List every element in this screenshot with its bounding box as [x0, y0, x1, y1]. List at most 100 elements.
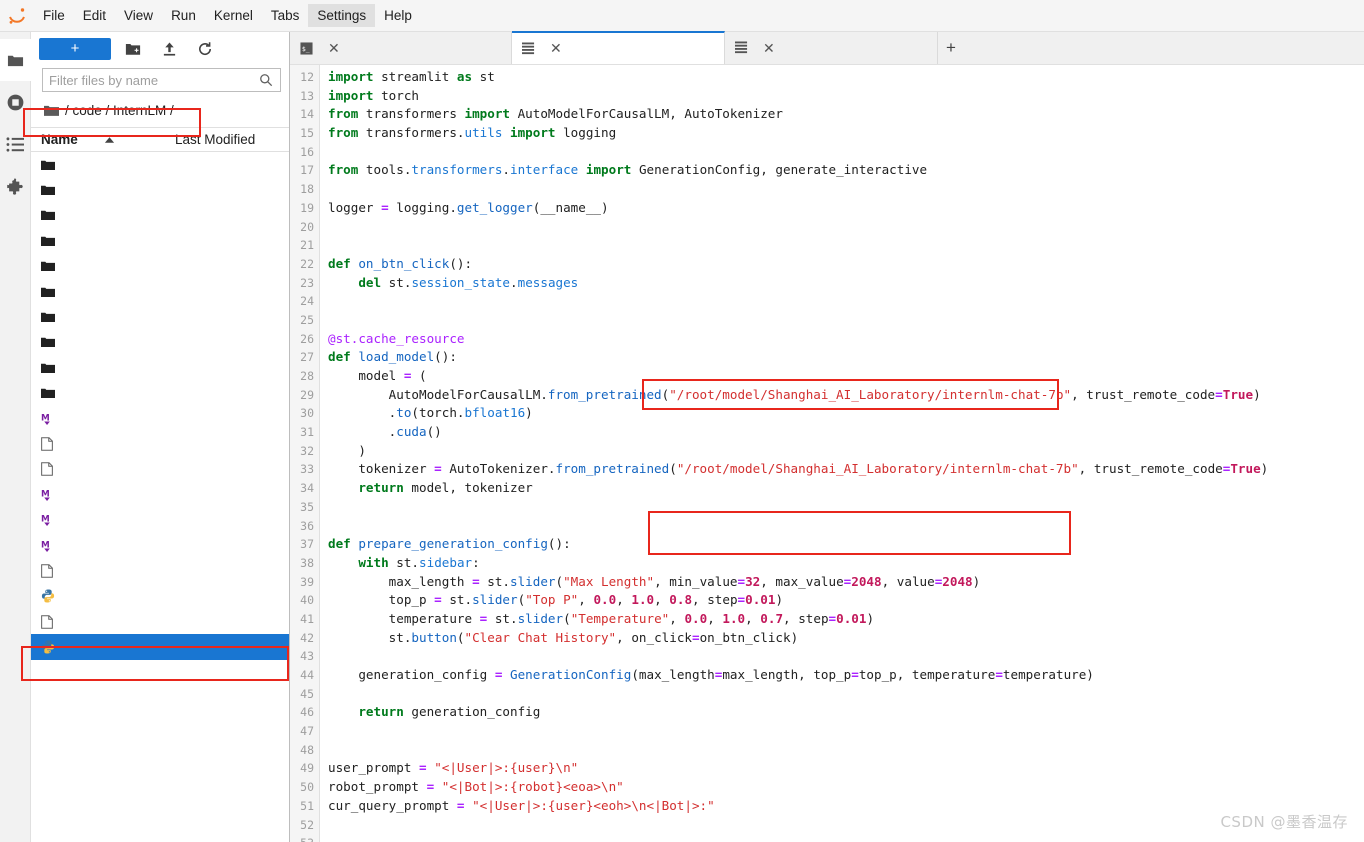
- line-number: 47: [300, 724, 314, 739]
- file-list-item[interactable]: [31, 609, 289, 634]
- line-number: 43: [300, 649, 314, 664]
- file-list-item[interactable]: M: [31, 533, 289, 558]
- file-list-item[interactable]: [31, 558, 289, 583]
- file-list-item[interactable]: [31, 279, 289, 304]
- menu-tabs[interactable]: Tabs: [262, 4, 309, 28]
- file-list-item[interactable]: [31, 457, 289, 482]
- code-line: tokenizer = AutoTokenizer.from_pretraine…: [328, 461, 1269, 477]
- file-list-header: Name Last Modified: [31, 127, 289, 152]
- folder-icon: [41, 209, 63, 221]
- file-icon: [41, 614, 63, 629]
- file-list-item[interactable]: M: [31, 406, 289, 431]
- menu-help[interactable]: Help: [375, 4, 421, 28]
- code-line: generation_config = GenerationConfig(max…: [328, 667, 1094, 682]
- terminal-icon: $_: [300, 41, 313, 55]
- file-list-item[interactable]: [31, 228, 289, 253]
- menu-settings[interactable]: Settings: [308, 3, 376, 28]
- jupyter-logo-icon: [0, 0, 34, 32]
- extensions-puzzle-icon[interactable]: [0, 165, 31, 207]
- file-list-item[interactable]: [31, 431, 289, 456]
- line-number: 32: [300, 443, 314, 458]
- search-input[interactable]: [43, 72, 259, 88]
- upload-icon[interactable]: [155, 37, 183, 61]
- new-launcher-button[interactable]: +: [39, 37, 111, 60]
- file-list-item[interactable]: [31, 355, 289, 380]
- file-icon: [41, 564, 63, 578]
- menu-view[interactable]: View: [115, 4, 162, 28]
- menu-run[interactable]: Run: [162, 4, 205, 28]
- code-content[interactable]: import streamlit as st import torch from t…: [320, 65, 1364, 842]
- code-line: return model, tokenizer: [358, 480, 533, 496]
- code-line: with st.sidebar:: [358, 554, 480, 570]
- menu-file[interactable]: File: [34, 4, 74, 28]
- python-icon: [41, 640, 63, 654]
- line-number: 52: [300, 817, 314, 832]
- line-number: 31: [300, 425, 314, 440]
- editor-area: $_ ✕ ✕ ✕ + 12 13 14 15 16 17 18 19 20 21 22 23 24 25 26 27 2…: [290, 31, 1364, 842]
- file-list: MMMM: [31, 152, 289, 842]
- code-line: .to(torch.bfloat16): [328, 405, 533, 421]
- editor-tab[interactable]: ✕: [512, 31, 725, 64]
- code-line: user_prompt = "<|User|>:{user}\n": [328, 760, 579, 776]
- code-line: del st.session_state.messages: [358, 274, 579, 290]
- file-browser-icon[interactable]: [0, 39, 31, 81]
- code-line: robot_prompt = "<|Bot|>:{robot}<eoa>\n": [328, 779, 624, 795]
- file-list-item[interactable]: [31, 381, 289, 406]
- code-line: from tools.transformers.interface import…: [328, 162, 928, 178]
- code-line: import streamlit as st: [328, 69, 495, 84]
- line-number-gutter: 12 13 14 15 16 17 18 19 20 21 22 23 24 25 26 27 28 29 30 31…: [290, 65, 320, 842]
- line-number: 17: [300, 163, 314, 178]
- file-browser-panel: + / code / InternLM / Name Last Modified: [31, 32, 290, 842]
- refresh-icon[interactable]: [191, 37, 219, 61]
- line-number: 51: [300, 798, 314, 813]
- activity-bar: [0, 32, 31, 842]
- commands-list-icon[interactable]: [0, 123, 31, 165]
- markdown-icon: M: [41, 412, 63, 426]
- menu-kernel[interactable]: Kernel: [205, 4, 262, 28]
- line-number: 44: [300, 668, 314, 682]
- folder-icon: [41, 260, 63, 272]
- folder-icon: [41, 311, 63, 323]
- column-header-last-modified[interactable]: Last Modified: [171, 132, 289, 147]
- close-icon[interactable]: ✕: [325, 40, 343, 57]
- breadcrumb[interactable]: / code / InternLM /: [41, 99, 289, 121]
- breadcrumb-path: / code / InternLM /: [65, 102, 174, 118]
- line-number: 22: [300, 256, 314, 271]
- file-list-item[interactable]: M: [31, 482, 289, 507]
- file-list-item[interactable]: [31, 254, 289, 279]
- menu-edit[interactable]: Edit: [74, 4, 115, 28]
- column-header-name[interactable]: Name: [41, 132, 78, 147]
- running-sessions-icon[interactable]: [0, 81, 31, 123]
- line-number: 29: [300, 387, 314, 402]
- line-number: 19: [300, 200, 314, 215]
- new-folder-icon[interactable]: [119, 37, 147, 61]
- close-icon[interactable]: ✕: [760, 40, 778, 57]
- file-list-item[interactable]: [31, 203, 289, 228]
- file-list-item[interactable]: M: [31, 507, 289, 532]
- svg-text:$_: $_: [302, 44, 310, 52]
- close-icon[interactable]: ✕: [547, 40, 565, 57]
- line-number: 20: [300, 219, 314, 234]
- file-list-item[interactable]: [31, 584, 289, 609]
- file-list-item[interactable]: [31, 304, 289, 329]
- file-list-item[interactable]: [31, 330, 289, 355]
- sort-ascending-icon[interactable]: [104, 132, 115, 147]
- code-line: logger = logging.get_logger(__name__): [328, 199, 609, 215]
- editor-tab[interactable]: $_ ✕: [290, 32, 512, 64]
- markdown-icon: M: [41, 539, 63, 553]
- file-icon: [41, 437, 63, 451]
- file-list-item[interactable]: [31, 152, 289, 177]
- editor-tab[interactable]: ✕: [725, 32, 938, 64]
- file-list-item[interactable]: [31, 634, 289, 660]
- filter-files-input-wrap[interactable]: [42, 68, 281, 92]
- code-editor[interactable]: 12 13 14 15 16 17 18 19 20 21 22 23 24 25 26 27 28 29 30 31…: [290, 65, 1364, 842]
- file-list-item[interactable]: [31, 177, 289, 202]
- line-number: 18: [300, 182, 314, 197]
- watermark: CSDN @墨香温存: [1220, 813, 1348, 831]
- new-tab-button[interactable]: +: [938, 32, 964, 64]
